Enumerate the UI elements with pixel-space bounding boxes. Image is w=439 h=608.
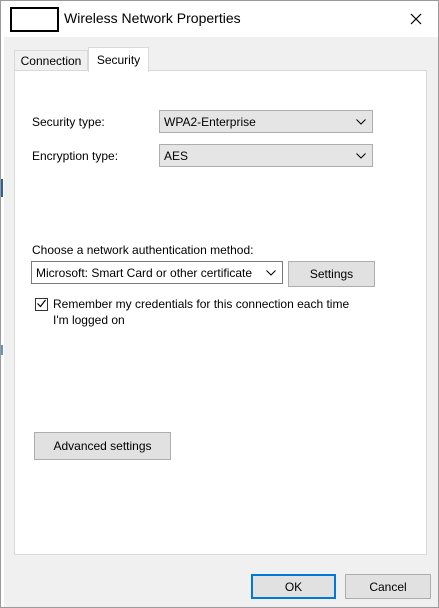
encryption-type-label: Encryption type:	[32, 149, 119, 163]
encryption-type-dropdown[interactable]: AES	[159, 144, 373, 167]
encryption-type-value: AES	[164, 148, 189, 163]
chevron-down-icon	[350, 111, 372, 132]
auth-method-value: Microsoft: Smart Card or other certifica…	[36, 265, 253, 280]
security-type-value: WPA2-Enterprise	[164, 114, 256, 129]
app-icon	[10, 7, 59, 32]
chevron-down-icon	[350, 145, 372, 166]
window-title: Wireless Network Properties	[64, 10, 241, 26]
tab-security-label: Security	[96, 53, 141, 67]
title-bar[interactable]: Wireless Network Properties	[1, 1, 438, 37]
tab-connection-label: Connection	[20, 54, 82, 68]
checkmark-icon	[36, 298, 47, 312]
settings-button[interactable]: Settings	[288, 261, 375, 287]
tab-security[interactable]: Security	[88, 47, 149, 72]
remember-credentials-label[interactable]: Remember my credentials for this connect…	[53, 296, 353, 328]
settings-button-label: Settings	[309, 267, 354, 281]
background-window-edge	[1, 37, 4, 607]
chevron-down-icon	[260, 262, 282, 283]
advanced-settings-button[interactable]: Advanced settings	[34, 432, 171, 460]
ok-button[interactable]: OK	[251, 574, 336, 599]
auth-method-dropdown[interactable]: Microsoft: Smart Card or other certifica…	[31, 261, 283, 284]
tab-connection[interactable]: Connection	[14, 50, 88, 71]
security-tab-panel: Security type: WPA2-Enterprise Encryptio…	[14, 70, 427, 555]
cancel-button[interactable]: Cancel	[345, 574, 431, 599]
remember-credentials-checkbox[interactable]	[35, 298, 48, 311]
security-type-label: Security type:	[32, 115, 105, 129]
auth-method-label: Choose a network authentication method:	[32, 243, 254, 257]
close-button[interactable]	[394, 1, 438, 37]
security-type-dropdown[interactable]: WPA2-Enterprise	[159, 110, 373, 133]
wireless-network-properties-dialog: Wireless Network Properties Connection S…	[0, 0, 439, 608]
cancel-button-label: Cancel	[369, 579, 407, 594]
close-icon	[410, 13, 422, 25]
advanced-settings-button-label: Advanced settings	[53, 439, 152, 453]
ok-button-label: OK	[284, 579, 303, 594]
